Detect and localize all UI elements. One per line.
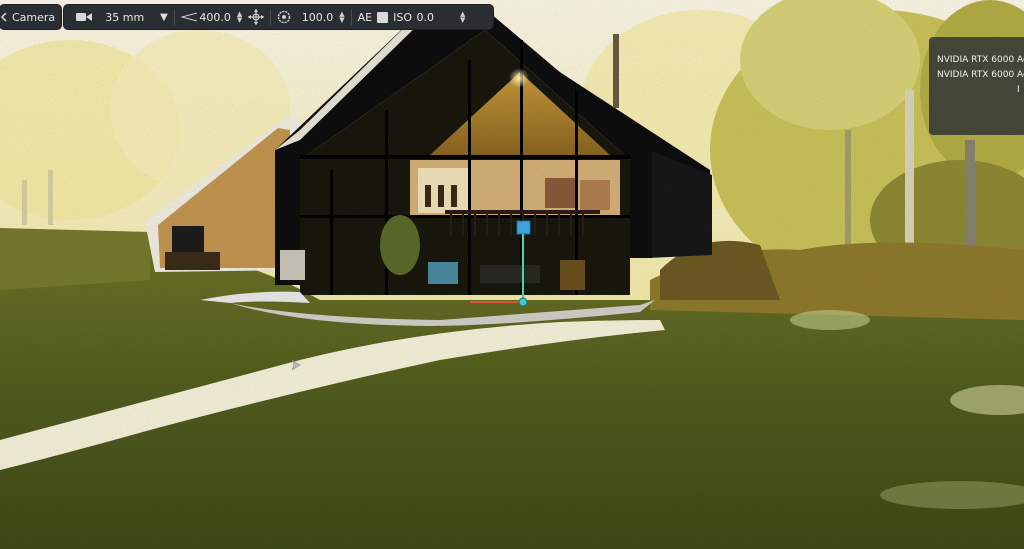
iso-label: ISO bbox=[393, 10, 413, 24]
camera-body-icon bbox=[76, 12, 93, 22]
camera-toolbar: Camera 35 mm ▼ 400.0 ▲ ▼ 100.0 ▲ ▼ AE ISO … bbox=[0, 5, 494, 29]
focal-length-value[interactable]: 35 mm bbox=[92, 11, 144, 24]
exposure-dial-icon bbox=[277, 10, 291, 24]
aperture-stepper[interactable]: ▲ ▼ bbox=[237, 11, 242, 24]
iso-value[interactable]: 0.0 bbox=[412, 11, 435, 24]
ae-checkbox[interactable] bbox=[377, 11, 389, 23]
camera-label: Camera bbox=[12, 10, 56, 24]
focal-length-dropdown-icon[interactable]: ▼ bbox=[160, 12, 168, 23]
gpu-line-3: I bbox=[1017, 85, 1020, 95]
gpu-info-panel: NVIDIA RTX 6000 Ad NVIDIA RTX 6000 Ad I bbox=[929, 37, 1024, 135]
aperture-angle-icon bbox=[180, 12, 197, 22]
ae-label: AE bbox=[357, 10, 373, 24]
camera-settings-bar: 35 mm ▼ 400.0 ▲ ▼ 100.0 ▲ ▼ AE ISO 0.0 ▲ ▼ bbox=[64, 5, 494, 29]
camera-collapse-icon[interactable] bbox=[0, 11, 8, 23]
iso-stepper[interactable]: ▲ ▼ bbox=[460, 11, 465, 24]
exposure-value[interactable]: 100.0 bbox=[291, 11, 334, 24]
aperture-value[interactable]: 400.0 bbox=[197, 11, 231, 24]
gpu-line-2: NVIDIA RTX 6000 Ad bbox=[937, 70, 1024, 80]
gpu-line-1: NVIDIA RTX 6000 Ad bbox=[937, 55, 1024, 65]
render-viewport[interactable] bbox=[0, 0, 1024, 549]
move-target-icon[interactable] bbox=[248, 9, 265, 25]
camera-selector[interactable]: Camera bbox=[0, 5, 62, 29]
exposure-stepper[interactable]: ▲ ▼ bbox=[339, 11, 344, 24]
scene-render bbox=[0, 0, 1024, 549]
